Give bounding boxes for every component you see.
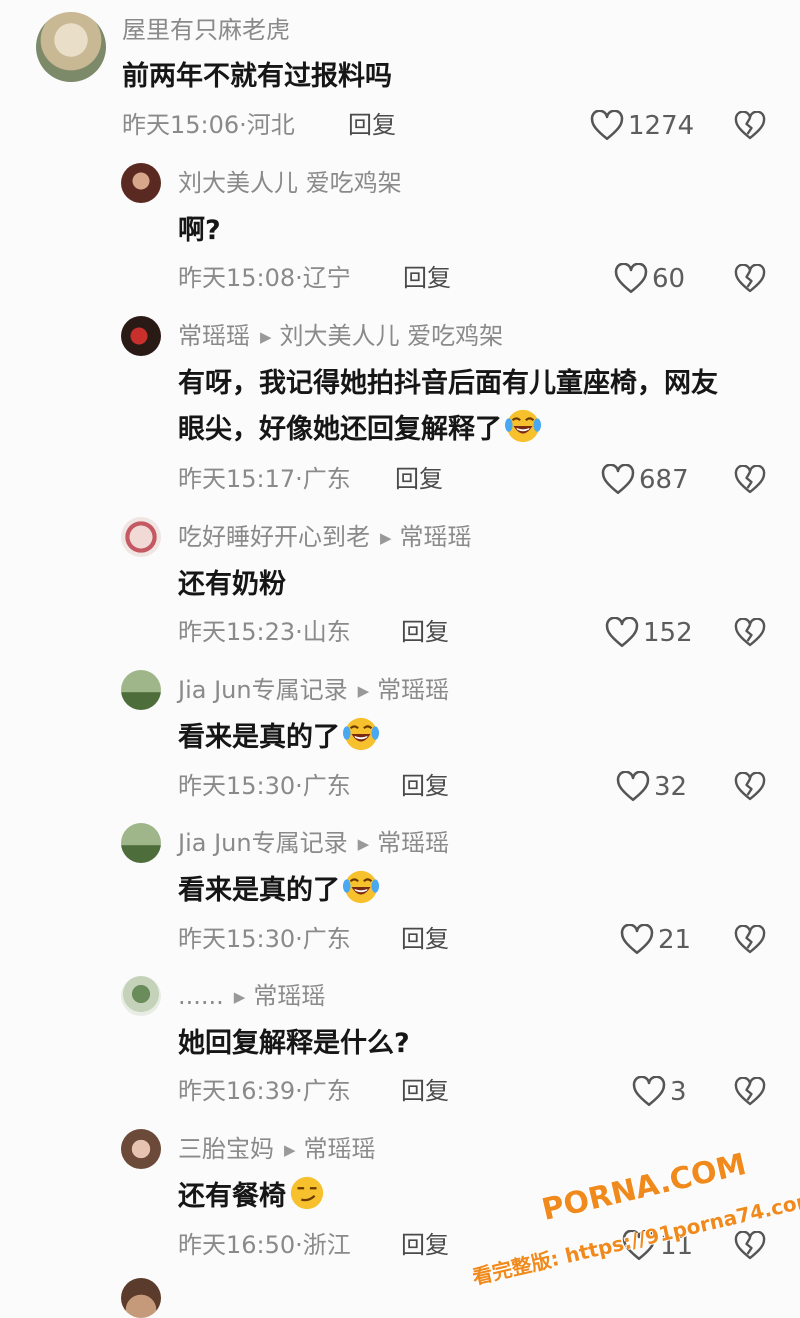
avatar[interactable] xyxy=(121,670,161,710)
comment-author[interactable]: 常瑶瑶 xyxy=(178,322,250,350)
avatar[interactable] xyxy=(121,976,161,1016)
comment-author[interactable]: Jia Jun专属记录 xyxy=(178,829,348,857)
reply-button[interactable]: 回复 xyxy=(401,617,449,647)
reply-to-user[interactable]: 刘大美人儿 爱吃鸡架 xyxy=(280,322,504,350)
comment-text: 看来是真的了 xyxy=(178,868,380,914)
laughing-tears-emoji xyxy=(342,715,380,753)
reply-button[interactable]: 回复 xyxy=(403,263,451,293)
reply-arrow-icon: ▶ xyxy=(357,835,370,853)
laughing-tears-emoji xyxy=(504,407,542,445)
comment-text: 还有餐椅 xyxy=(178,1174,326,1220)
comment-time-location: 昨天15:23·山东 xyxy=(178,618,351,646)
broken-heart-icon[interactable] xyxy=(734,925,766,955)
comment-username[interactable]: 常瑶瑶 ▶ 刘大美人儿 爱吃鸡架 xyxy=(178,321,503,354)
reply-arrow-icon: ▶ xyxy=(357,682,370,700)
avatar[interactable] xyxy=(36,12,106,82)
reply-button[interactable]: 回复 xyxy=(401,1230,449,1260)
comment-time-location: 昨天15:30·广东 xyxy=(178,772,351,800)
like-button[interactable]: 60 xyxy=(614,263,685,295)
avatar[interactable] xyxy=(121,517,161,557)
comment-text: 前两年不就有过报料吗 xyxy=(122,61,392,92)
comment-author[interactable]: 三胎宝妈 xyxy=(178,1135,274,1163)
heart-outline-icon xyxy=(632,1076,666,1108)
reply-to-user[interactable]: 常瑶瑶 xyxy=(253,982,325,1010)
like-button[interactable]: 687 xyxy=(601,464,689,496)
reply-button[interactable]: 回复 xyxy=(401,1076,449,1106)
like-count: 60 xyxy=(652,264,686,294)
like-button[interactable]: 1274 xyxy=(590,110,694,142)
like-button[interactable]: 152 xyxy=(605,617,693,649)
reply-button[interactable]: 回复 xyxy=(401,924,449,954)
comment-author[interactable]: Jia Jun专属记录 xyxy=(178,676,348,704)
broken-heart-icon[interactable] xyxy=(734,618,766,648)
broken-heart-icon[interactable] xyxy=(734,1077,766,1107)
comment-text: 还有奶粉 xyxy=(178,569,286,600)
reply-button[interactable]: 回复 xyxy=(401,771,449,801)
comment-time-location: 昨天16:39·广东 xyxy=(178,1077,351,1105)
like-count: 21 xyxy=(658,925,692,955)
comment-username[interactable]: Jia Jun专属记录 ▶ 常瑶瑶 xyxy=(178,828,449,861)
comment-text: 有呀，我记得她拍抖音后面有儿童座椅，网友 眼尖，好像她还回复解释了 xyxy=(178,361,718,453)
like-button[interactable]: 32 xyxy=(616,771,687,803)
comment-username[interactable]: ...... ▶ 常瑶瑶 xyxy=(178,981,325,1014)
broken-heart-icon[interactable] xyxy=(734,264,766,294)
comment-time-location: 昨天15:17·广东 xyxy=(178,465,351,493)
comment-time-location: 昨天15:30·广东 xyxy=(178,925,351,953)
reply-to-user[interactable]: 常瑶瑶 xyxy=(377,676,449,704)
avatar[interactable] xyxy=(121,1278,161,1318)
reply-arrow-icon: ▶ xyxy=(380,529,392,547)
like-button[interactable]: 3 xyxy=(632,1076,687,1108)
avatar[interactable] xyxy=(121,316,161,356)
heart-outline-icon xyxy=(601,464,635,496)
comment-text: 她回复解释是什么? xyxy=(178,1028,410,1059)
heart-outline-icon xyxy=(614,263,648,295)
reply-to-user[interactable]: 常瑶瑶 xyxy=(377,829,449,857)
like-count: 1274 xyxy=(628,111,695,141)
like-count: 152 xyxy=(643,618,693,648)
broken-heart-icon[interactable] xyxy=(734,1231,766,1261)
laughing-tears-emoji xyxy=(342,868,380,906)
reply-arrow-icon: ▶ xyxy=(233,988,246,1006)
comment-text-line: 眼尖，好像她还回复解释了 xyxy=(178,407,718,453)
broken-heart-icon[interactable] xyxy=(734,772,766,802)
broken-heart-icon[interactable] xyxy=(734,465,766,495)
like-count: 32 xyxy=(654,772,688,802)
broken-heart-icon[interactable] xyxy=(734,111,766,141)
comment-username[interactable]: 屋里有只麻老虎 xyxy=(122,15,290,45)
like-count: 3 xyxy=(670,1077,687,1107)
comment-username[interactable]: 刘大美人儿 爱吃鸡架 xyxy=(178,168,402,198)
reply-arrow-icon: ▶ xyxy=(284,1141,296,1159)
comment-author[interactable]: 吃好睡好开心到老 xyxy=(178,523,370,551)
heart-outline-icon xyxy=(590,110,624,142)
reply-to-user[interactable]: 常瑶瑶 xyxy=(400,523,472,551)
reply-to-user[interactable]: 常瑶瑶 xyxy=(304,1135,376,1163)
smirk-emoji xyxy=(288,1174,326,1212)
comment-author[interactable]: ...... xyxy=(178,982,224,1010)
comment-time-location: 昨天15:08·辽宁 xyxy=(178,264,351,292)
comment-time-location: 昨天16:50·浙江 xyxy=(178,1231,351,1259)
comment-text: 啊? xyxy=(178,215,221,246)
comment-username[interactable]: 吃好睡好开心到老 ▶ 常瑶瑶 xyxy=(178,522,472,555)
comment-text-line: 有呀，我记得她拍抖音后面有儿童座椅，网友 xyxy=(178,368,718,399)
comment-username[interactable]: 三胎宝妈 ▶ 常瑶瑶 xyxy=(178,1134,376,1167)
avatar[interactable] xyxy=(121,163,161,203)
comment-time-location: 昨天15:06·河北 xyxy=(122,111,295,139)
reply-button[interactable]: 回复 xyxy=(348,110,396,140)
heart-outline-icon xyxy=(605,617,639,649)
comment-username[interactable]: Jia Jun专属记录 ▶ 常瑶瑶 xyxy=(178,675,449,708)
like-count: 687 xyxy=(639,465,689,495)
avatar[interactable] xyxy=(121,1129,161,1169)
reply-arrow-icon: ▶ xyxy=(260,328,272,346)
comment-text: 看来是真的了 xyxy=(178,715,380,761)
avatar[interactable] xyxy=(121,823,161,863)
reply-button[interactable]: 回复 xyxy=(395,464,443,494)
heart-outline-icon xyxy=(620,924,654,956)
heart-outline-icon xyxy=(616,771,650,803)
like-button[interactable]: 21 xyxy=(620,924,691,956)
